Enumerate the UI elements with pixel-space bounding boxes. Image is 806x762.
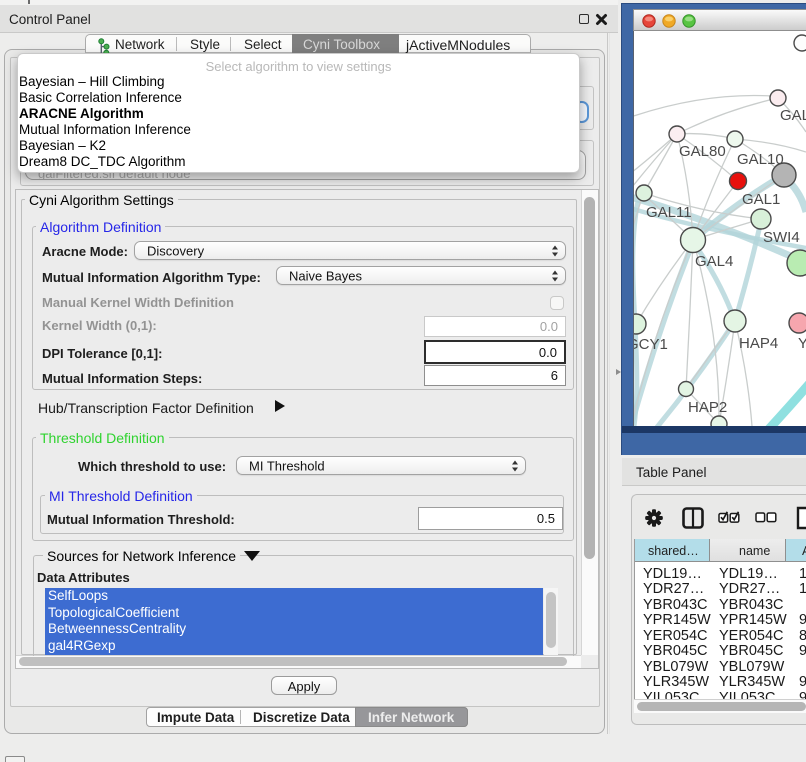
- svg-text:GAL11: GAL11: [646, 204, 692, 221]
- svg-text:GAL80: GAL80: [679, 143, 726, 160]
- svg-text:GAL1: GAL1: [742, 191, 780, 208]
- svg-text:GAL4: GAL4: [695, 253, 733, 270]
- svg-text:HAP2: HAP2: [688, 399, 727, 416]
- svg-text:SWI4: SWI4: [763, 229, 800, 246]
- svg-text:HAP4: HAP4: [739, 335, 778, 352]
- svg-text:YM: YM: [798, 335, 806, 352]
- svg-text:GCY1: GCY1: [634, 336, 668, 353]
- svg-text:GAL80: GAL80: [780, 107, 806, 124]
- svg-text:GAL10: GAL10: [737, 151, 784, 168]
